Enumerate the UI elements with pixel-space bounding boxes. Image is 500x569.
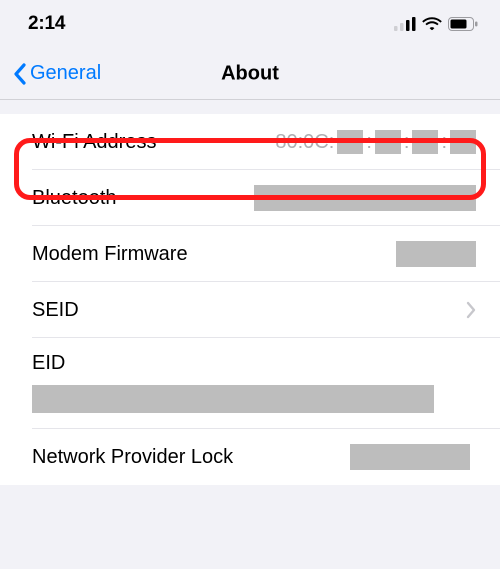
back-button[interactable]: General	[12, 62, 101, 86]
modem-firmware-value	[396, 241, 476, 267]
status-time: 2:14	[28, 13, 65, 35]
redacted-block	[337, 130, 363, 154]
row-modem-firmware[interactable]: Modem Firmware	[0, 226, 500, 282]
modem-firmware-label: Modem Firmware	[32, 243, 188, 266]
chevron-right-icon	[466, 301, 476, 319]
redacted-block	[32, 385, 434, 413]
row-wifi-address[interactable]: Wi-Fi Address 80:0C: : : :	[0, 114, 500, 170]
back-label: General	[30, 62, 101, 85]
network-provider-lock-label: Network Provider Lock	[32, 446, 233, 469]
redacted-block	[396, 241, 476, 267]
redacted-block	[450, 130, 476, 154]
battery-icon	[448, 17, 478, 31]
wifi-icon	[422, 17, 442, 31]
row-network-provider-lock[interactable]: Network Provider Lock	[0, 429, 500, 485]
network-provider-lock-value	[350, 444, 476, 470]
nav-bar: General About	[0, 48, 500, 100]
redacted-block	[350, 444, 470, 470]
redacted-block	[412, 130, 438, 154]
row-eid[interactable]: EID	[0, 338, 500, 429]
redacted-block	[254, 185, 476, 211]
settings-list: Wi-Fi Address 80:0C: : : : Bluetooth Mod…	[0, 114, 500, 485]
status-icons	[394, 17, 478, 31]
row-bluetooth[interactable]: Bluetooth	[0, 170, 500, 226]
wifi-address-label: Wi-Fi Address	[32, 131, 156, 154]
row-seid[interactable]: SEID	[0, 282, 500, 338]
status-bar: 2:14	[0, 0, 500, 48]
chevron-left-icon	[12, 62, 28, 86]
wifi-address-value: 80:0C: : : :	[275, 130, 476, 154]
seid-label: SEID	[32, 299, 79, 322]
bluetooth-label: Bluetooth	[32, 187, 117, 210]
bluetooth-value	[254, 185, 476, 211]
eid-label: EID	[32, 352, 476, 375]
cellular-icon	[394, 17, 416, 31]
nav-title: About	[221, 62, 279, 85]
redacted-block	[375, 130, 401, 154]
